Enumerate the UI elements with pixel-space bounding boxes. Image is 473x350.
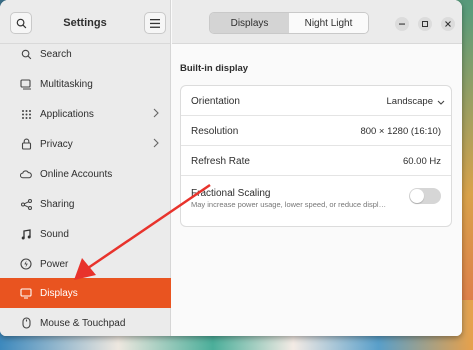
music-note-icon bbox=[20, 228, 32, 240]
sidebar-item-label: Privacy bbox=[40, 138, 73, 150]
sidebar-header: Settings bbox=[0, 0, 170, 44]
share-icon bbox=[20, 198, 32, 210]
cloud-icon bbox=[20, 168, 32, 180]
view-switcher: Displays Night Light bbox=[209, 12, 369, 34]
sidebar-item-sound[interactable]: Sound bbox=[0, 219, 171, 249]
tab-night-light[interactable]: Night Light bbox=[289, 13, 368, 33]
minimize-icon bbox=[399, 23, 405, 25]
sidebar-item-label: Sharing bbox=[40, 198, 75, 210]
refresh-rate-row[interactable]: Refresh Rate 60.00 Hz bbox=[181, 146, 451, 176]
sidebar-item-label: Applications bbox=[40, 108, 94, 120]
display-icon bbox=[20, 287, 32, 299]
maximize-button[interactable] bbox=[418, 17, 432, 31]
sidebar-item-online-accounts[interactable]: Online Accounts bbox=[0, 159, 171, 189]
sidebar-item-displays[interactable]: Displays bbox=[0, 278, 171, 308]
fractional-scaling-description: May increase power usage, lower speed, o… bbox=[191, 200, 387, 209]
sidebar-item-label: Online Accounts bbox=[40, 168, 113, 180]
sidebar-item-applications[interactable]: Applications bbox=[0, 99, 171, 129]
power-icon bbox=[20, 258, 32, 270]
maximize-icon bbox=[422, 21, 428, 27]
hamburger-menu-icon bbox=[150, 18, 160, 28]
fractional-scaling-label: Fractional Scaling bbox=[191, 188, 271, 199]
orientation-row[interactable]: Orientation Landscape bbox=[181, 86, 451, 116]
main-content: Displays Night Light Built-in display Or… bbox=[172, 0, 462, 336]
header-bar: Displays Night Light bbox=[172, 0, 462, 44]
chevron-right-icon bbox=[153, 108, 159, 121]
sidebar-item-search[interactable]: Search bbox=[0, 39, 171, 69]
sidebar-item-multitasking[interactable]: Multitasking bbox=[0, 69, 171, 99]
lock-icon bbox=[20, 138, 32, 150]
sidebar-item-sharing[interactable]: Sharing bbox=[0, 189, 171, 219]
multitasking-icon bbox=[20, 78, 32, 90]
refresh-rate-label: Refresh Rate bbox=[191, 156, 250, 167]
search-icon bbox=[20, 48, 32, 60]
section-title: Built-in display bbox=[180, 63, 249, 74]
refresh-rate-value: 60.00 Hz bbox=[402, 156, 441, 167]
fractional-scaling-toggle[interactable] bbox=[409, 188, 441, 204]
sidebar-item-label: Mouse & Touchpad bbox=[40, 317, 126, 329]
sidebar-item-label: Displays bbox=[40, 287, 78, 299]
close-button[interactable] bbox=[441, 17, 455, 31]
display-settings-card: Orientation Landscape Resolution 800 × 1… bbox=[180, 85, 452, 227]
chevron-right-icon bbox=[153, 138, 159, 151]
apps-grid-icon bbox=[20, 108, 32, 120]
sidebar-item-mouse-touchpad[interactable]: Mouse & Touchpad bbox=[0, 308, 171, 336]
orientation-value: Landscape bbox=[386, 96, 433, 107]
sidebar-item-label: Power bbox=[40, 258, 69, 270]
sidebar-item-label: Search bbox=[40, 48, 72, 60]
main-menu-button[interactable] bbox=[144, 12, 166, 34]
sidebar-item-label: Sound bbox=[40, 228, 69, 240]
resolution-label: Resolution bbox=[191, 126, 239, 137]
tab-displays[interactable]: Displays bbox=[210, 13, 289, 33]
sidebar-item-label: Multitasking bbox=[40, 78, 93, 90]
orientation-label: Orientation bbox=[191, 96, 240, 107]
mouse-icon bbox=[20, 317, 32, 329]
chevron-down-icon bbox=[437, 98, 445, 109]
resolution-row[interactable]: Resolution 800 × 1280 (16:10) bbox=[181, 116, 451, 146]
sidebar-item-power[interactable]: Power bbox=[0, 249, 171, 279]
close-icon bbox=[445, 21, 451, 27]
sidebar: Settings Search Multitasking Application… bbox=[0, 0, 171, 336]
minimize-button[interactable] bbox=[395, 17, 409, 31]
settings-window: Settings Search Multitasking Application… bbox=[0, 0, 462, 336]
fractional-scaling-row: Fractional Scaling May increase power us… bbox=[181, 176, 451, 226]
toggle-knob bbox=[410, 189, 424, 203]
resolution-value: 800 × 1280 (16:10) bbox=[360, 126, 441, 137]
sidebar-item-privacy[interactable]: Privacy bbox=[0, 129, 171, 159]
